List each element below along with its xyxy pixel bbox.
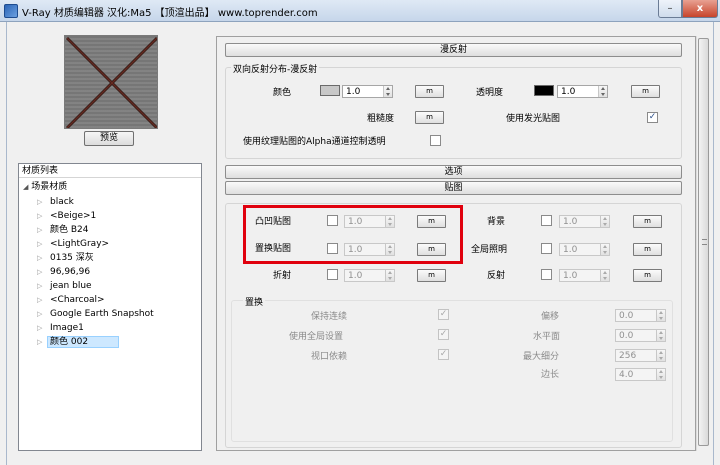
edge-length-label: 边长	[541, 370, 560, 380]
maps-section-header[interactable]: 贴图	[225, 181, 682, 195]
color-swatch[interactable]	[320, 85, 340, 96]
scrollbar-thumb[interactable]	[698, 38, 709, 446]
reflection-map-label: 反射	[487, 271, 506, 281]
background-amount-spinner[interactable]: 1.0	[559, 215, 610, 228]
displacement-settings-title: 置换	[243, 295, 266, 308]
refraction-map-label: 折射	[273, 271, 292, 281]
reflection-amount-spinner[interactable]: 1.0	[559, 269, 610, 282]
refraction-map-checkbox[interactable]	[327, 269, 338, 280]
use-illum-map-label: 使用发光贴图	[506, 114, 561, 124]
diffuse-group-title: 双向反射分布-漫反射	[231, 62, 320, 75]
alpha-transparency-checkbox[interactable]	[430, 135, 441, 146]
roughness-label: 粗糙度	[367, 114, 395, 124]
list-item[interactable]: ▷ Google Earth Snapshot	[37, 307, 199, 321]
gi-map-checkbox[interactable]	[541, 243, 552, 254]
list-item-selected[interactable]: ▷ 颜色 002	[37, 335, 199, 349]
color-map-button[interactable]: m	[415, 85, 444, 98]
options-section-header[interactable]: 选项	[225, 165, 682, 179]
diffuse-section-header[interactable]: 漫反射	[225, 43, 682, 57]
list-item[interactable]: ▷ <LightGray>	[37, 237, 199, 251]
list-item[interactable]: ▷ <Beige>1	[37, 209, 199, 223]
displacement-settings-group	[231, 300, 673, 442]
water-level-spinner[interactable]: 0.0	[615, 329, 666, 342]
title-bar: V-Ray 材质编辑器 汉化:Ma5 【顶渲出品】 www.toprender.…	[0, 0, 720, 22]
gi-map-button[interactable]: m	[633, 243, 662, 256]
gi-amount-spinner[interactable]: 1.0	[559, 243, 610, 256]
refraction-map-button[interactable]: m	[417, 269, 446, 282]
list-item[interactable]: ▷ <Charcoal>	[37, 293, 199, 307]
use-illum-map-checkbox[interactable]: ✓	[647, 112, 658, 123]
collapsed-arrow-icon[interactable]: ▷	[37, 237, 47, 251]
color-amount-spinner[interactable]: 1.0	[342, 85, 393, 98]
scroll-grip-icon	[702, 239, 707, 245]
offset-label: 偏移	[541, 312, 560, 322]
tree-root-label: 场景材质	[31, 182, 68, 192]
tree-root-scene-materials[interactable]: ◢ 场景材质	[23, 181, 67, 194]
spinner-arrows-icon[interactable]	[600, 270, 609, 281]
gi-map-label: 全局照明	[471, 245, 508, 255]
list-item[interactable]: ▷ 96,96,96	[37, 265, 199, 279]
transparency-map-button[interactable]: m	[631, 85, 660, 98]
use-global-settings-label: 使用全局设置	[289, 332, 344, 342]
list-item[interactable]: ▷ Image1	[37, 321, 199, 335]
material-list: 材质列表 ◢ 场景材质 ▷ black ▷ <Beige>1 ▷ 颜色 B24 ▷ <L…	[18, 163, 202, 451]
view-dependent-label: 视口依赖	[311, 352, 348, 362]
reflection-map-button[interactable]: m	[633, 269, 662, 282]
highlight-annotation	[243, 205, 463, 264]
color-label: 颜色	[273, 88, 292, 98]
transparency-swatch[interactable]	[534, 85, 554, 96]
use-global-settings-checkbox[interactable]: ✓	[438, 329, 449, 340]
spinner-arrows-icon[interactable]	[385, 270, 394, 281]
collapsed-arrow-icon[interactable]: ▷	[37, 293, 47, 307]
vertical-scrollbar[interactable]	[696, 36, 709, 451]
spinner-arrows-icon[interactable]	[600, 216, 609, 227]
keep-continuity-label: 保持连续	[311, 312, 348, 322]
app-icon	[4, 4, 18, 18]
spinner-arrows-icon[interactable]	[383, 86, 392, 97]
expanded-arrow-icon[interactable]: ◢	[23, 183, 28, 191]
minimize-button[interactable]: –	[658, 0, 682, 18]
spinner-arrows-icon[interactable]	[656, 330, 665, 341]
spinner-arrows-icon[interactable]	[600, 244, 609, 255]
collapsed-arrow-icon[interactable]: ▷	[37, 195, 47, 209]
edge-length-spinner[interactable]: 4.0	[615, 368, 666, 381]
collapsed-arrow-icon[interactable]: ▷	[37, 209, 47, 223]
refraction-amount-spinner[interactable]: 1.0	[344, 269, 395, 282]
max-subdivs-spinner[interactable]: 256	[615, 349, 666, 362]
preview-cross-icon	[65, 36, 157, 128]
transparency-amount-spinner[interactable]: 1.0	[557, 85, 608, 98]
collapsed-arrow-icon[interactable]: ▷	[37, 265, 47, 279]
material-preview	[64, 35, 158, 129]
spinner-arrows-icon[interactable]	[656, 310, 665, 321]
background-map-button[interactable]: m	[633, 215, 662, 228]
preview-button[interactable]: 预览	[84, 131, 134, 146]
water-level-label: 水平面	[533, 332, 561, 342]
collapsed-arrow-icon[interactable]: ▷	[37, 335, 47, 349]
transparency-label: 透明度	[476, 88, 504, 98]
reflection-map-checkbox[interactable]	[541, 269, 552, 280]
view-dependent-checkbox[interactable]: ✓	[438, 349, 449, 360]
window-title: V-Ray 材质编辑器 汉化:Ma5 【顶渲出品】 www.toprender.…	[22, 8, 318, 19]
collapsed-arrow-icon[interactable]: ▷	[37, 279, 47, 293]
spinner-arrows-icon[interactable]	[598, 86, 607, 97]
offset-spinner[interactable]: 0.0	[615, 309, 666, 322]
roughness-map-button[interactable]: m	[415, 111, 444, 124]
alpha-transparency-label: 使用纹理贴图的Alpha通道控制透明	[243, 137, 386, 147]
collapsed-arrow-icon[interactable]: ▷	[37, 321, 47, 335]
keep-continuity-checkbox[interactable]: ✓	[438, 309, 449, 320]
spinner-arrows-icon[interactable]	[656, 369, 665, 380]
background-map-checkbox[interactable]	[541, 215, 552, 226]
list-item[interactable]: ▷ 0135 深灰	[37, 251, 199, 265]
collapsed-arrow-icon[interactable]: ▷	[37, 307, 47, 321]
collapsed-arrow-icon[interactable]: ▷	[37, 251, 47, 265]
close-button[interactable]: x	[682, 0, 718, 18]
list-item[interactable]: ▷ jean blue	[37, 279, 199, 293]
collapsed-arrow-icon[interactable]: ▷	[37, 223, 47, 237]
max-subdivs-label: 最大细分	[523, 352, 560, 362]
spinner-arrows-icon[interactable]	[656, 350, 665, 361]
list-item[interactable]: ▷ black	[37, 195, 199, 209]
list-item[interactable]: ▷ 颜色 B24	[37, 223, 199, 237]
material-list-header: 材质列表	[19, 164, 201, 178]
background-map-label: 背景	[487, 217, 506, 227]
